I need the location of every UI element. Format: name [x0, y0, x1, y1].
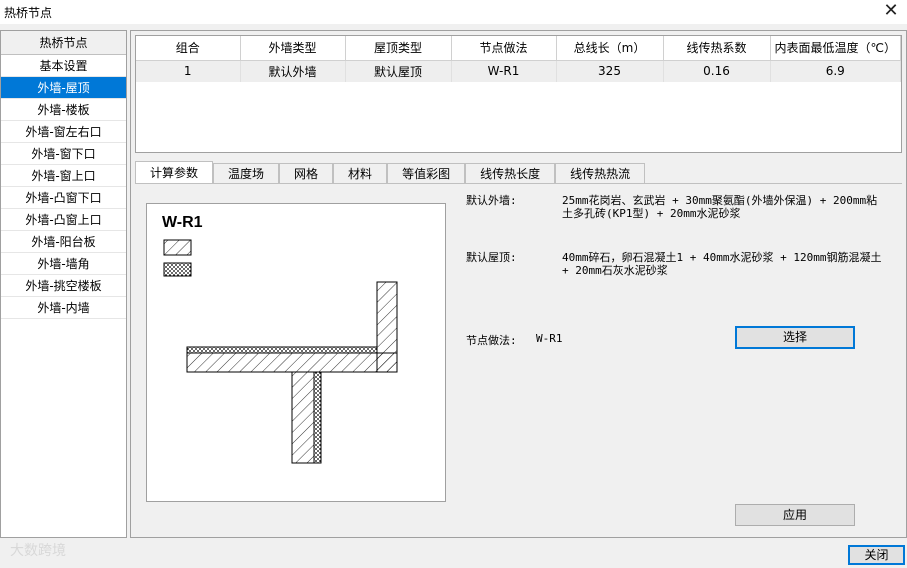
tab-linear-length[interactable]: 线传热长度 — [465, 163, 556, 183]
node-method-value: W-R1 — [536, 332, 563, 345]
watermark-logo: 大数跨境 — [10, 543, 66, 559]
sidebar-item-window-bottom[interactable]: 外墙-窗下口 — [1, 143, 126, 165]
node-section-svg — [163, 239, 398, 464]
tab-linear-heatflow[interactable]: 线传热热流 — [555, 163, 646, 183]
sidebar-item-wall-roof[interactable]: 外墙-屋顶 — [1, 77, 126, 99]
cell-total-length: 325 — [556, 60, 664, 82]
sidebar-item-inner-wall[interactable]: 外墙-内墙 — [1, 297, 126, 319]
roof-desc-line2: + 20mm石灰水泥砂浆 — [562, 264, 668, 277]
roof-insulation — [186, 346, 378, 354]
cell-wall-type: 默认外墙 — [240, 60, 346, 82]
cell-psi: 0.16 — [663, 60, 771, 82]
node-method-label: 节点做法: — [466, 334, 517, 347]
sidebar-item-overhang-floor[interactable]: 外墙-挑空楼板 — [1, 275, 126, 297]
cell-node-method: W-R1 — [451, 60, 557, 82]
calc-params-panel: W-R1 默认外墙: 25mm花岗岩、玄武岩 + 30mm聚氨酯(外墙外保温) … — [135, 183, 902, 533]
sidebar-item-window-side[interactable]: 外墙-窗左右口 — [1, 121, 126, 143]
insulation-legend-icon — [163, 262, 192, 277]
sidebar-item-window-top[interactable]: 外墙-窗上口 — [1, 165, 126, 187]
col-header-node-method[interactable]: 节点做法 — [451, 36, 557, 61]
sidebar-item-wall-floor[interactable]: 外墙-楼板 — [1, 99, 126, 121]
tab-temperature-field[interactable]: 温度场 — [213, 163, 280, 183]
tab-material[interactable]: 材料 — [333, 163, 388, 183]
col-header-min-temp[interactable]: 内表面最低温度（℃） — [770, 36, 901, 61]
result-grid: 组合 外墙类型 屋顶类型 节点做法 总线长（m） 线传热系数 内表面最低温度（℃… — [135, 35, 902, 153]
apply-button[interactable]: 应用 — [735, 504, 855, 526]
exterior-wall — [291, 371, 315, 464]
wall-insulation — [313, 371, 322, 464]
cell-min-temp: 6.9 — [770, 60, 901, 82]
cell-group: 1 — [136, 60, 241, 82]
table-row[interactable]: 1 默认外墙 默认屋顶 W-R1 325 0.16 6.9 — [136, 60, 901, 82]
node-sidebar: 热桥节点 基本设置 外墙-屋顶 外墙-楼板 外墙-窗左右口 外墙-窗下口 外墙-… — [0, 30, 127, 538]
sidebar-header: 热桥节点 — [1, 31, 126, 55]
window-title: 热桥节点 — [4, 6, 53, 20]
col-header-group[interactable]: 组合 — [136, 36, 241, 61]
sidebar-item-corner[interactable]: 外墙-墙角 — [1, 253, 126, 275]
sidebar-item-bay-window-top[interactable]: 外墙-凸窗上口 — [1, 209, 126, 231]
col-header-wall-type[interactable]: 外墙类型 — [240, 36, 346, 61]
close-button[interactable]: 关闭 — [848, 545, 905, 565]
select-button[interactable]: 选择 — [735, 326, 855, 349]
col-header-roof-type[interactable]: 屋顶类型 — [345, 36, 452, 61]
tab-contour-plot[interactable]: 等值彩图 — [387, 163, 466, 183]
close-icon[interactable]: ✕ — [881, 1, 901, 21]
tab-calc-params[interactable]: 计算参数 — [135, 161, 214, 183]
dialog-window: 热桥节点 ✕ 热桥节点 基本设置 外墙-屋顶 外墙-楼板 外墙-窗左右口 外墙-… — [0, 0, 907, 568]
sidebar-item-balcony[interactable]: 外墙-阳台板 — [1, 231, 126, 253]
wall-label: 默认外墙: — [466, 194, 517, 207]
main-panel: 组合 外墙类型 屋顶类型 节点做法 总线长（m） 线传热系数 内表面最低温度（℃… — [130, 30, 907, 538]
title-bar: 热桥节点 ✕ — [0, 0, 907, 24]
wall-desc-line2: 土多孔砖(KP1型) + 20mm水泥砂浆 — [562, 207, 741, 220]
col-header-total-length[interactable]: 总线长（m） — [556, 36, 664, 61]
col-header-psi[interactable]: 线传热系数 — [663, 36, 771, 61]
tab-mesh[interactable]: 网格 — [279, 163, 334, 183]
tab-strip: 计算参数 温度场 网格 材料 等值彩图 线传热长度 线传热热流 — [135, 161, 646, 183]
sidebar-item-bay-window-bottom[interactable]: 外墙-凸窗下口 — [1, 187, 126, 209]
roof-label: 默认屋顶: — [466, 251, 517, 264]
sidebar-item-basic[interactable]: 基本设置 — [1, 55, 126, 77]
node-drawing: W-R1 — [146, 203, 446, 502]
roof-slab — [186, 352, 398, 373]
cell-roof-type: 默认屋顶 — [345, 60, 452, 82]
hatch-legend-icon — [163, 239, 192, 256]
